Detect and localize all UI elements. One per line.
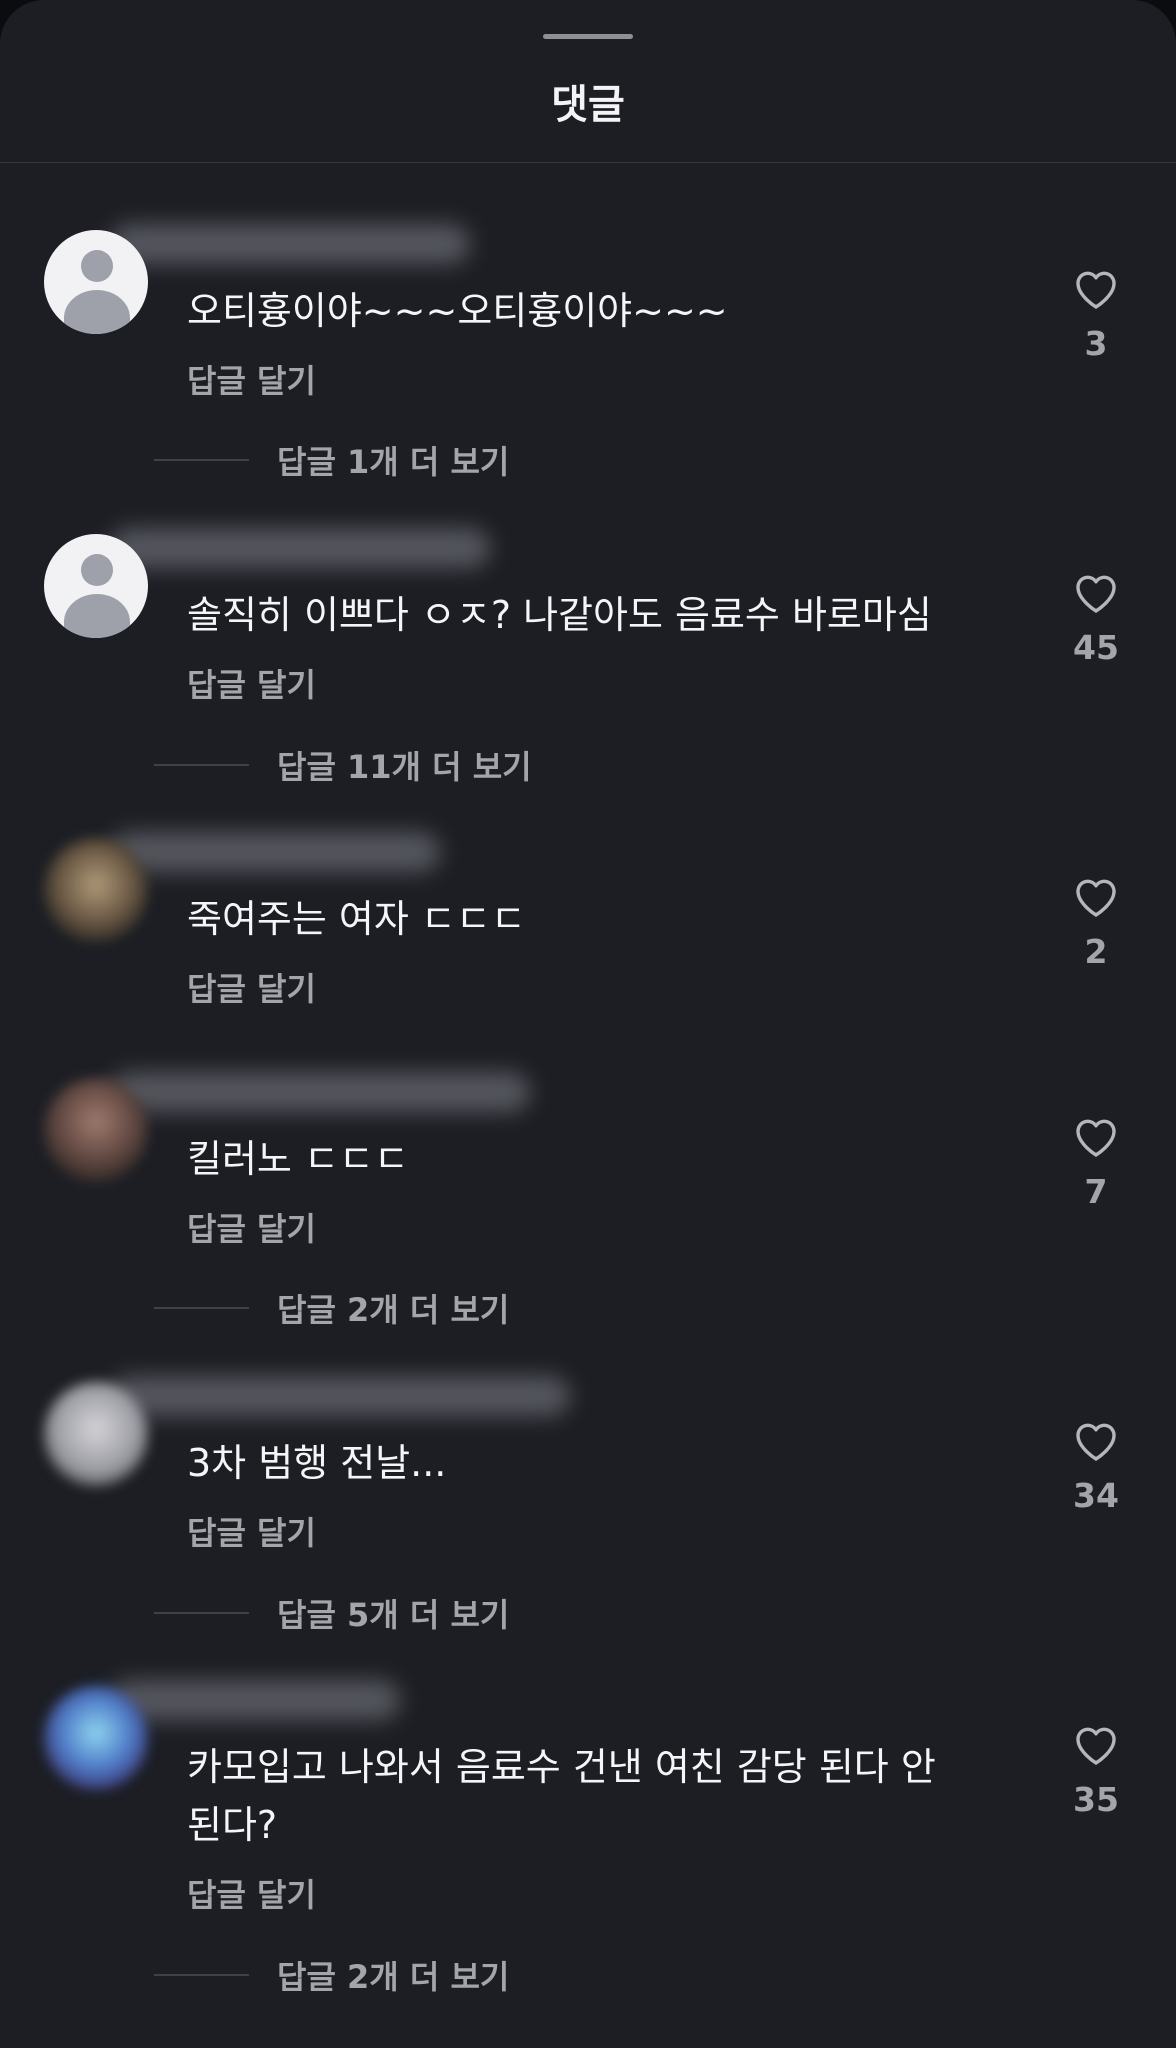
view-replies-label: 답글 2개 더 보기 (277, 1291, 510, 1329)
like-button[interactable]: 34 (1060, 1418, 1132, 1515)
replies-line (154, 1974, 249, 1976)
reply-button[interactable]: 답글 달기 (187, 660, 316, 706)
replies-line (154, 1307, 249, 1309)
like-count: 7 (1084, 1172, 1108, 1211)
view-replies-label: 답글 1개 더 보기 (277, 443, 510, 481)
avatar[interactable] (44, 1686, 148, 1790)
view-replies-button[interactable]: 답글 11개 더 보기 (154, 745, 532, 786)
heart-icon (1076, 271, 1116, 309)
comments-sheet: 댓글 오티흉이야~~~오티흉이야~~~ 답글 달기 답글 1개 더 보기 3 솔… (0, 0, 1176, 2048)
reply-button[interactable]: 답글 달기 (187, 356, 316, 402)
header-divider (0, 162, 1176, 163)
comment-text: 3차 범행 전날... (187, 1441, 447, 1485)
like-button[interactable]: 45 (1060, 570, 1132, 667)
username-redacted (110, 224, 470, 264)
heart-icon (1076, 1423, 1116, 1461)
like-count: 45 (1073, 628, 1119, 667)
avatar-body-shape (64, 594, 130, 638)
avatar[interactable] (44, 1078, 148, 1182)
reply-button[interactable]: 답글 달기 (187, 1508, 316, 1554)
avatar-head-shape (81, 250, 113, 282)
comment-text: 죽여주는 여자 ㄷㄷㄷ (187, 897, 526, 941)
like-count: 34 (1073, 1476, 1119, 1515)
avatar[interactable] (44, 1382, 148, 1486)
username-redacted (110, 832, 440, 872)
sheet-drag-handle[interactable] (543, 34, 633, 39)
view-replies-label: 답글 11개 더 보기 (277, 748, 532, 786)
heart-icon (1076, 879, 1116, 917)
heart-icon (1076, 1119, 1116, 1157)
replies-line (154, 1612, 249, 1614)
like-button[interactable]: 35 (1060, 1722, 1132, 1819)
like-count: 3 (1084, 324, 1108, 363)
view-replies-button[interactable]: 답글 2개 더 보기 (154, 1955, 510, 1996)
username-redacted (110, 1680, 400, 1720)
view-replies-button[interactable]: 답글 1개 더 보기 (154, 440, 510, 481)
reply-button[interactable]: 답글 달기 (187, 964, 316, 1010)
like-count: 2 (1084, 932, 1108, 971)
sheet-title: 댓글 (551, 82, 625, 128)
avatar[interactable] (44, 534, 148, 638)
view-replies-label: 답글 5개 더 보기 (277, 1596, 510, 1634)
view-replies-label: 답글 2개 더 보기 (277, 1958, 510, 1996)
username-redacted (110, 1376, 570, 1416)
like-button[interactable]: 7 (1060, 1114, 1132, 1211)
avatar[interactable] (44, 838, 148, 942)
like-count: 35 (1073, 1780, 1119, 1819)
username-redacted (110, 528, 490, 568)
username-redacted (110, 1072, 530, 1112)
like-button[interactable]: 2 (1060, 874, 1132, 971)
comment-text: 킬러노 ㄷㄷㄷ (187, 1137, 409, 1181)
replies-line (154, 764, 249, 766)
avatar[interactable] (44, 230, 148, 334)
reply-button[interactable]: 답글 달기 (187, 1870, 316, 1916)
comment-text: 솔직히 이쁘다 ㅇㅈ? 나같아도 음료수 바로마심 (187, 593, 932, 637)
heart-icon (1076, 1727, 1116, 1765)
avatar-body-shape (64, 290, 130, 334)
comment-text: 오티흉이야~~~오티흉이야~~~ (187, 289, 728, 333)
replies-line (154, 459, 249, 461)
avatar-head-shape (81, 554, 113, 586)
comment-text: 카모입고 나와서 음료수 건낸 여친 감당 된다 안된다? (187, 1745, 936, 1847)
view-replies-button[interactable]: 답글 5개 더 보기 (154, 1593, 510, 1634)
view-replies-button[interactable]: 답글 2개 더 보기 (154, 1288, 510, 1329)
reply-button[interactable]: 답글 달기 (187, 1204, 316, 1250)
like-button[interactable]: 3 (1060, 266, 1132, 363)
heart-icon (1076, 575, 1116, 613)
